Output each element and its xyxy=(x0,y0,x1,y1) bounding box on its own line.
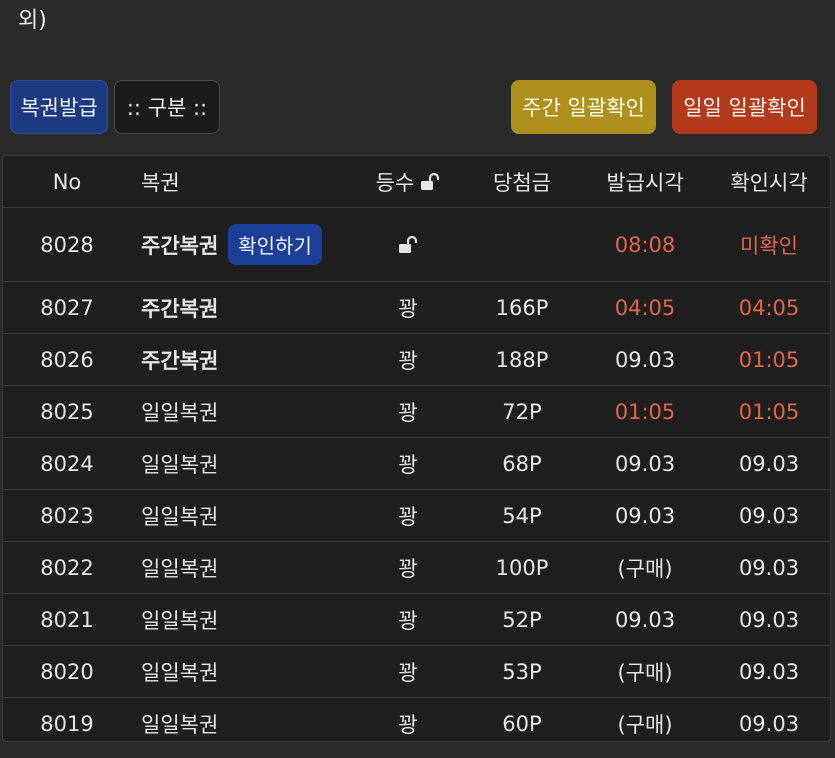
cell-name-label: 주간복권 xyxy=(141,348,219,373)
header-prize: 당첨금 xyxy=(493,170,551,195)
cell-name: 주간복권 확인하기 xyxy=(131,224,353,265)
cell-checked: 01:05 xyxy=(738,347,800,372)
cell-issued: 09.03 xyxy=(614,607,676,632)
cell-checked: 09.03 xyxy=(738,451,800,476)
cell-issued: 09.03 xyxy=(614,503,676,528)
cell-name: 일일복권 xyxy=(131,605,353,635)
cell-no: 8028 xyxy=(40,232,94,257)
cell-issued: 09.03 xyxy=(614,451,676,476)
table-header: No 복권 등수 당첨금 발급시각 확인시각 xyxy=(3,156,830,208)
cell-issued: (구매) xyxy=(617,556,673,581)
cell-prize: 52P xyxy=(502,607,542,632)
header-checked: 확인시각 xyxy=(730,170,808,195)
cell-grade: 꽝 xyxy=(398,712,418,737)
lottery-table: No 복권 등수 당첨금 발급시각 확인시각 8028 주간복권 확인하기 08… xyxy=(2,155,831,742)
cell-checked: 04:05 xyxy=(738,295,800,320)
cell-no: 8020 xyxy=(40,659,94,684)
cell-issued: 09.03 xyxy=(614,347,676,372)
cell-name-label: 일일복권 xyxy=(141,608,219,633)
cell-prize: 72P xyxy=(502,399,542,424)
cell-issued: 01:05 xyxy=(614,399,676,424)
table-row: 8021 일일복권 꽝 52P 09.03 09.03 xyxy=(3,594,830,646)
cell-grade: 꽝 xyxy=(398,452,418,477)
cell-name-label: 일일복권 xyxy=(141,556,219,581)
table-row: 8023 일일복권 꽝 54P 09.03 09.03 xyxy=(3,490,830,542)
cell-name-label: 주간복권 xyxy=(141,296,219,321)
issue-lottery-button[interactable]: 복권발급 xyxy=(10,80,108,134)
cell-no: 8022 xyxy=(40,555,94,580)
cell-name-label: 주간복권 xyxy=(141,233,219,258)
table-row: 8026 주간복권 꽝 188P 09.03 01:05 xyxy=(3,334,830,386)
cell-name-label: 일일복권 xyxy=(141,712,219,737)
cell-issued: 08:08 xyxy=(614,232,676,257)
header-grade: 등수 xyxy=(353,167,463,197)
cell-checked: 09.03 xyxy=(738,659,800,684)
cell-checked: 09.03 xyxy=(738,711,800,736)
cell-no: 8025 xyxy=(40,399,94,424)
top-text-fragment: 외) xyxy=(18,8,47,33)
cell-name-label: 일일복권 xyxy=(141,660,219,685)
cell-prize: 188P xyxy=(495,347,549,372)
cell-grade xyxy=(353,235,463,254)
table-row: 8020 일일복권 꽝 53P (구매) 09.03 xyxy=(3,646,830,698)
cell-grade: 꽝 xyxy=(398,556,418,581)
cell-no: 8024 xyxy=(40,451,94,476)
cell-no: 8026 xyxy=(40,347,94,372)
cell-checked: 09.03 xyxy=(738,607,800,632)
weekly-bulk-confirm-button[interactable]: 주간 일괄확인 xyxy=(511,80,656,134)
cell-grade: 꽝 xyxy=(398,400,418,425)
table-row: 8024 일일복권 꽝 68P 09.03 09.03 xyxy=(3,438,830,490)
daily-bulk-confirm-button[interactable]: 일일 일괄확인 xyxy=(672,80,817,134)
cell-name: 일일복권 xyxy=(131,657,353,687)
cell-name: 일일복권 xyxy=(131,449,353,479)
cell-checked: 09.03 xyxy=(738,555,800,580)
header-name: 복권 xyxy=(131,167,353,197)
cell-name: 주간복권 xyxy=(131,293,353,323)
unlock-icon xyxy=(398,235,418,254)
cell-prize: 54P xyxy=(502,503,542,528)
cell-grade: 꽝 xyxy=(398,608,418,633)
toolbar: 복권발급 :: 구분 :: 주간 일괄확인 일일 일괄확인 xyxy=(0,80,835,136)
cell-checked: 09.03 xyxy=(738,503,800,528)
table-row: 8028 주간복권 확인하기 08:08 미확인 xyxy=(3,208,830,282)
table-row: 8019 일일복권 꽝 60P (구매) 09.03 xyxy=(3,698,830,741)
header-no: No xyxy=(52,169,82,194)
header-name-label: 복권 xyxy=(141,170,180,195)
cell-issued: 04:05 xyxy=(614,295,676,320)
header-issued: 발급시각 xyxy=(606,170,684,195)
cell-name-label: 일일복권 xyxy=(141,504,219,529)
cell-checked: 미확인 xyxy=(740,233,798,258)
table-row: 8027 주간복권 꽝 166P 04:05 04:05 xyxy=(3,282,830,334)
cell-name: 일일복권 xyxy=(131,397,353,427)
table-row: 8022 일일복권 꽝 100P (구매) 09.03 xyxy=(3,542,830,594)
cell-grade: 꽝 xyxy=(398,660,418,685)
table-row: 8025 일일복권 꽝 72P 01:05 01:05 xyxy=(3,386,830,438)
cell-prize: 166P xyxy=(495,295,549,320)
cell-prize: 60P xyxy=(502,711,542,736)
cell-name-label: 일일복권 xyxy=(141,452,219,477)
cell-no: 8021 xyxy=(40,607,94,632)
cell-name-label: 일일복권 xyxy=(141,400,219,425)
cell-name: 일일복권 xyxy=(131,553,353,583)
cell-grade: 꽝 xyxy=(398,504,418,529)
cell-checked: 01:05 xyxy=(738,399,800,424)
header-grade-label: 등수 xyxy=(375,170,415,195)
cell-name: 일일복권 xyxy=(131,501,353,531)
cell-prize: 100P xyxy=(495,555,549,580)
cell-issued: (구매) xyxy=(617,712,673,737)
cell-grade: 꽝 xyxy=(398,296,418,321)
confirm-button[interactable]: 확인하기 xyxy=(228,224,322,265)
cell-name: 주간복권 xyxy=(131,345,353,375)
cell-prize: 68P xyxy=(502,451,542,476)
cell-no: 8019 xyxy=(40,711,94,736)
cell-name: 일일복권 xyxy=(131,709,353,739)
cell-no: 8027 xyxy=(40,295,94,320)
category-filter-select[interactable]: :: 구분 :: xyxy=(114,80,220,134)
cell-grade: 꽝 xyxy=(398,348,418,373)
cell-no: 8023 xyxy=(40,503,94,528)
unlock-icon[interactable] xyxy=(420,172,440,191)
cell-prize: 53P xyxy=(502,659,542,684)
cell-issued: (구매) xyxy=(617,660,673,685)
